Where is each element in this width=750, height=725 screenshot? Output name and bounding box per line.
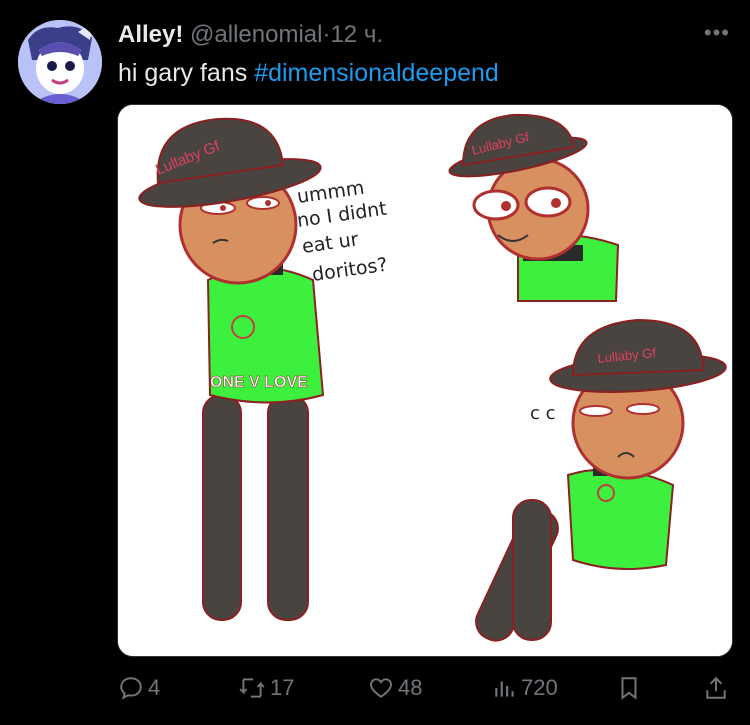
drawing-image: ONE V LOVE Lullaby Gf ummm no I didnt ea… — [118, 105, 732, 656]
more-horizontal-icon[interactable]: ••• — [704, 22, 730, 44]
bookmark-button[interactable] — [618, 672, 640, 704]
avatar-image — [18, 20, 102, 104]
tweet-text: hi gary fans #dimensionaldeepend — [118, 57, 499, 89]
share-button[interactable] — [704, 672, 728, 704]
shirt-text: ONE V LOVE — [210, 374, 308, 391]
avatar[interactable] — [18, 20, 102, 104]
timestamp[interactable]: 12 ч. — [330, 21, 383, 48]
bookmark-icon — [621, 677, 637, 700]
like-icon — [370, 678, 392, 698]
views-icon — [495, 681, 514, 697]
tweet-media[interactable]: ONE V LOVE Lullaby Gf ummm no I didnt ea… — [117, 104, 733, 657]
like-count: 48 — [398, 675, 423, 700]
reply-count: 4 — [148, 675, 161, 700]
retweet-icon — [239, 678, 265, 698]
retweet-button[interactable]: 17 — [238, 672, 294, 704]
tweet-header: Alley! @allenomial·12 ч. — [118, 20, 383, 50]
reply-icon — [120, 677, 142, 700]
like-button[interactable]: 48 — [368, 672, 422, 704]
action-bar: 4 17 48 720 — [118, 672, 738, 704]
user-handle[interactable]: @allenomial — [190, 21, 322, 48]
tweet-text-plain: hi gary fans — [118, 59, 255, 87]
sound-marks: c c — [530, 403, 556, 424]
share-icon — [706, 676, 726, 699]
views-count: 720 — [521, 675, 558, 700]
retweet-count: 17 — [270, 675, 295, 700]
hashtag-link[interactable]: #dimensionaldeepend — [254, 59, 499, 87]
display-name[interactable]: Alley! — [118, 21, 183, 48]
reply-button[interactable]: 4 — [118, 672, 160, 704]
views-button[interactable]: 720 — [493, 672, 558, 704]
